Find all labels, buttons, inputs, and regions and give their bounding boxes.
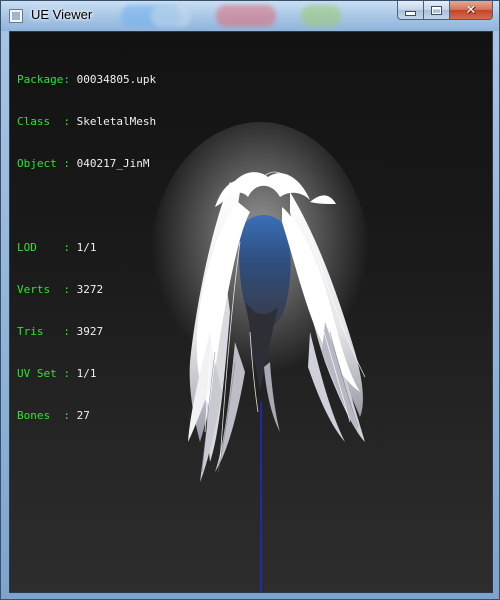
maximize-button[interactable] bbox=[423, 1, 449, 20]
info-value: 00034805.upk bbox=[76, 73, 157, 86]
info-row-tris: Tris : 3927 bbox=[17, 325, 156, 339]
info-row-class: Class : SkeletalMesh bbox=[17, 115, 156, 129]
app-window-icon[interactable] bbox=[9, 9, 23, 23]
info-row-uvset: UV Set : 1/1 bbox=[17, 367, 156, 381]
minimize-button[interactable] bbox=[397, 1, 423, 20]
info-label: Object : bbox=[17, 157, 70, 170]
info-label: UV Set : bbox=[17, 367, 70, 380]
info-value: 040217_JinM bbox=[76, 157, 150, 170]
info-label: Bones : bbox=[17, 409, 70, 422]
info-row-bones: Bones : 27 bbox=[17, 409, 156, 423]
info-row-object: Object : 040217_JinM bbox=[17, 157, 156, 171]
caption-buttons: ✕ bbox=[397, 1, 493, 20]
info-value: 1/1 bbox=[76, 241, 97, 254]
info-value: SkeletalMesh bbox=[76, 115, 157, 128]
info-spacer bbox=[17, 199, 156, 213]
info-value: 3272 bbox=[76, 283, 104, 296]
scalp-cap bbox=[239, 214, 291, 330]
info-row-lod: LOD : 1/1 bbox=[17, 241, 156, 255]
desktop-reflection bbox=[151, 5, 191, 27]
title-bar[interactable]: UE Viewer ✕ bbox=[1, 1, 499, 31]
mesh-info-overlay: Package: 00034805.upk Class : SkeletalMe… bbox=[17, 45, 156, 451]
close-icon: ✕ bbox=[465, 2, 477, 18]
info-label: LOD : bbox=[17, 241, 70, 254]
info-value: 1/1 bbox=[76, 367, 97, 380]
close-button[interactable]: ✕ bbox=[449, 1, 493, 20]
minimize-icon bbox=[405, 10, 416, 16]
info-row-verts: Verts : 3272 bbox=[17, 283, 156, 297]
info-label: Class : bbox=[17, 115, 70, 128]
ue-viewer-window: UE Viewer ✕ Package: 00034805.upk Class … bbox=[0, 0, 500, 600]
3d-viewport[interactable]: Package: 00034805.upk Class : SkeletalMe… bbox=[9, 31, 493, 593]
info-label: Verts : bbox=[17, 283, 70, 296]
info-value: 27 bbox=[76, 409, 90, 422]
info-row-package: Package: 00034805.upk bbox=[17, 73, 156, 87]
desktop-reflection bbox=[301, 5, 341, 27]
info-label: Package: bbox=[17, 73, 70, 86]
maximize-icon bbox=[431, 5, 442, 15]
window-title: UE Viewer bbox=[31, 7, 93, 22]
info-value: 3927 bbox=[76, 325, 104, 338]
desktop-reflection bbox=[216, 5, 276, 27]
info-label: Tris : bbox=[17, 325, 70, 338]
